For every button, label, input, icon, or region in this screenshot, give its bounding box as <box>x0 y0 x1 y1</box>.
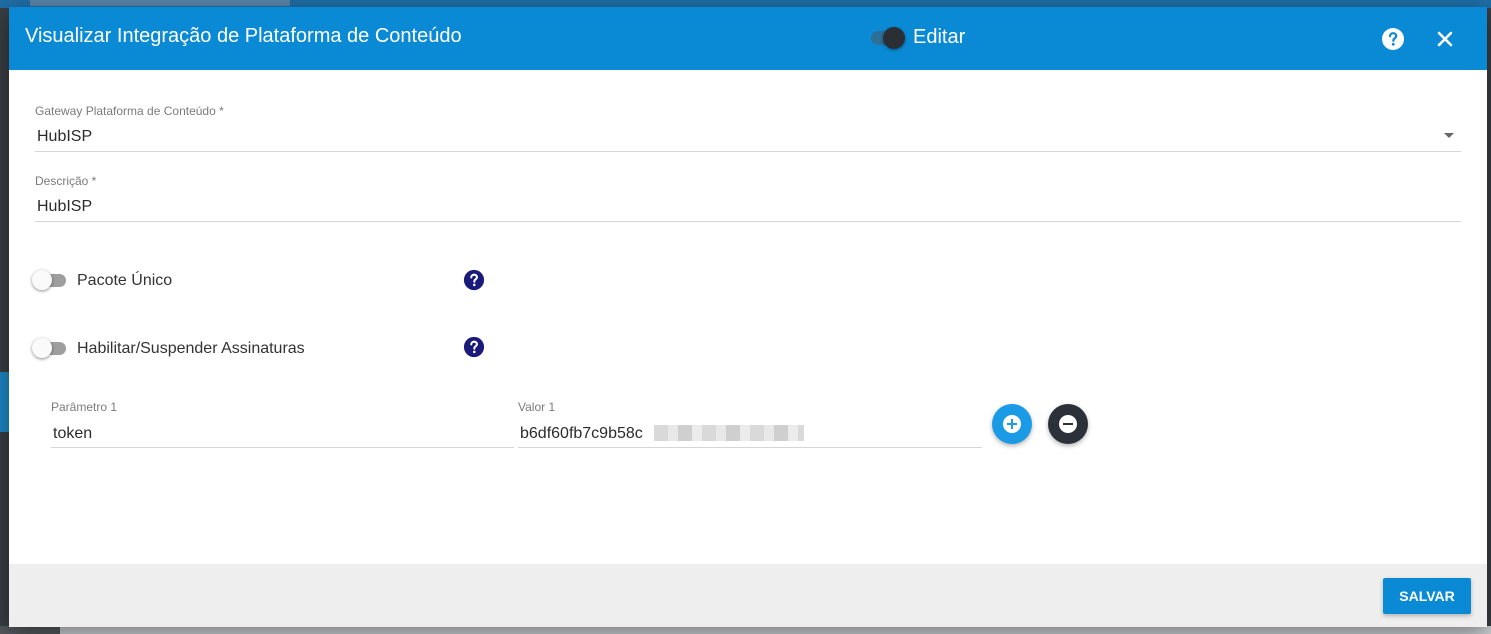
parametro-input[interactable]: token <box>53 425 92 443</box>
question-circle-icon[interactable] <box>463 269 485 291</box>
chevron-down-icon[interactable] <box>1444 133 1454 138</box>
edit-toggle-knob <box>883 27 905 49</box>
redacted-value <box>654 425 804 441</box>
switch-knob <box>32 338 52 358</box>
gateway-select-value[interactable]: HubISP <box>37 128 92 146</box>
habilitar-suspender-label: Habilitar/Suspender Assinaturas <box>77 340 305 357</box>
help-circle-icon[interactable] <box>1381 27 1405 51</box>
valor-underline <box>518 447 982 448</box>
save-button[interactable]: SALVAR <box>1383 578 1471 614</box>
dialog-footer: SALVAR <box>9 564 1487 627</box>
valor-label: Valor 1 <box>518 400 556 414</box>
switch-knob <box>32 270 52 290</box>
question-circle-icon[interactable] <box>463 336 485 358</box>
background-content <box>60 626 1491 634</box>
dialog-title: Visualizar Integração de Plataforma de C… <box>25 25 462 47</box>
pacote-unico-label: Pacote Único <box>77 272 173 289</box>
minus-circle-icon <box>1059 415 1077 433</box>
edit-toggle[interactable] <box>869 27 905 49</box>
gateway-underline <box>35 151 1461 152</box>
remove-parameter-button[interactable] <box>1048 404 1088 444</box>
descricao-underline <box>35 221 1461 222</box>
valor-input[interactable]: b6df60fb7c9b58c <box>520 425 643 443</box>
close-icon[interactable] <box>1433 27 1457 51</box>
pacote-unico-switch[interactable] <box>32 269 68 291</box>
habilitar-suspender-switch[interactable] <box>32 337 68 359</box>
add-parameter-button[interactable] <box>992 404 1032 444</box>
descricao-label: Descrição * <box>35 174 97 188</box>
background-sidebar-accent <box>0 372 9 432</box>
parametro-underline <box>51 447 514 448</box>
background-tab <box>30 0 290 6</box>
dialog-header: Visualizar Integração de Plataforma de C… <box>9 7 1487 70</box>
minus-icon-h <box>1063 423 1073 425</box>
edit-label: Editar <box>913 26 966 48</box>
integration-dialog: Visualizar Integração de Plataforma de C… <box>9 7 1487 627</box>
plus-icon-v <box>1011 419 1013 429</box>
descricao-input[interactable]: HubISP <box>37 198 92 216</box>
plus-circle-icon <box>1003 415 1021 433</box>
gateway-label: Gateway Plataforma de Conteúdo * <box>35 104 224 118</box>
parametro-label: Parâmetro 1 <box>51 400 118 414</box>
